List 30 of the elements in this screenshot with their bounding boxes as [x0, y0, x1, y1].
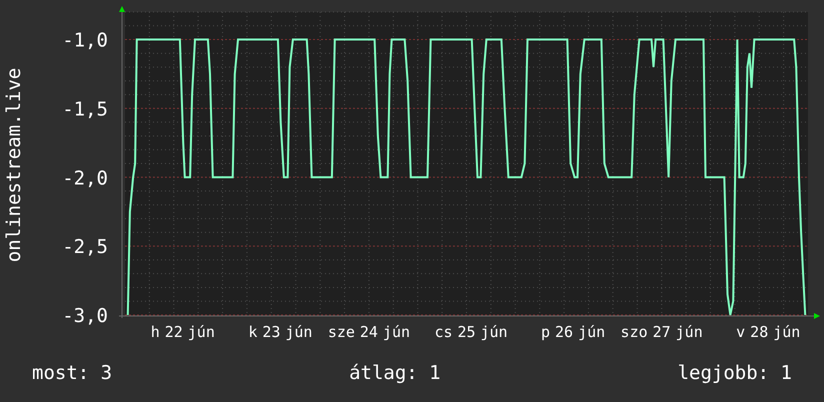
x-tick-label: 28: [750, 323, 768, 341]
month-label: jún: [382, 323, 410, 341]
y-tick-label: -1,5: [62, 98, 108, 120]
weekday-label: cs: [434, 323, 452, 341]
weekday-label: szo: [620, 323, 648, 341]
month-label: jún: [188, 323, 215, 341]
footer-stat: legjobb: 1: [678, 362, 792, 384]
month-label: jún: [480, 323, 508, 341]
y-tick-label: -2,0: [62, 167, 108, 190]
footer-stat: most: 3: [32, 362, 112, 384]
month-label: jún: [773, 323, 800, 341]
y-tick-label: -2,5: [62, 236, 108, 258]
weekday-label: sze: [328, 323, 355, 341]
weekday-label: v: [736, 323, 746, 341]
weekday-label: h: [150, 323, 160, 341]
y-tick-label: -3,0: [62, 305, 108, 327]
month-label: jún: [285, 323, 312, 341]
month-label: jún: [578, 323, 606, 341]
y-tick-label: -1,0: [62, 30, 108, 52]
weekday-label: p: [541, 323, 550, 341]
x-tick-label: 24: [360, 323, 378, 341]
x-tick-label: 23: [262, 323, 280, 341]
x-tick-label: 26: [555, 323, 574, 341]
x-tick-label: 22: [164, 323, 183, 341]
footer-stat: átlag: 1: [349, 362, 441, 384]
month-label: jún: [676, 323, 703, 341]
x-tick-label: 25: [457, 323, 476, 341]
y-axis-title: onlinestream.live: [3, 68, 25, 262]
weekday-label: k: [248, 323, 258, 341]
x-tick-label: 27: [652, 323, 671, 341]
